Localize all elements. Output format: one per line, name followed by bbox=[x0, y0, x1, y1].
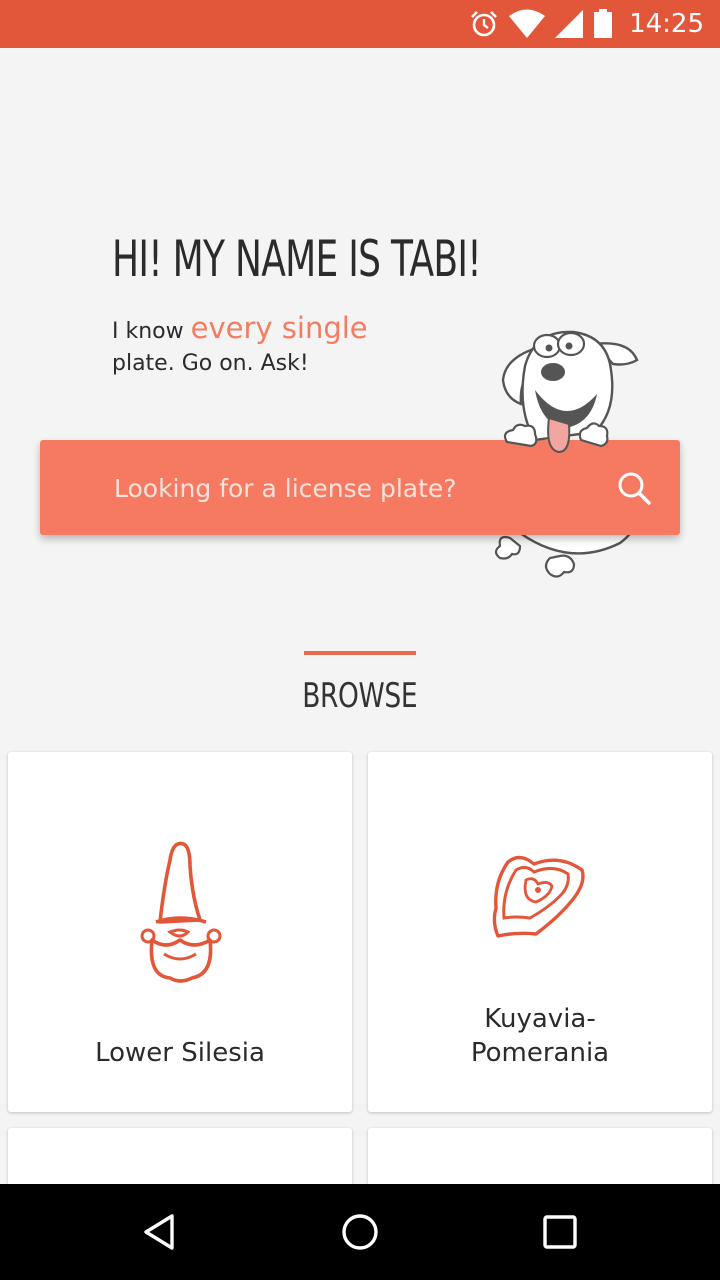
recents-icon[interactable] bbox=[536, 1208, 584, 1256]
battery-icon bbox=[593, 9, 613, 39]
tagline-prefix: I know bbox=[112, 319, 191, 344]
home-icon[interactable] bbox=[336, 1208, 384, 1256]
browse-heading: BROWSE bbox=[0, 676, 720, 716]
card-lower-silesia[interactable]: Lower Silesia bbox=[8, 752, 352, 1112]
status-icons: 14:25 bbox=[469, 0, 704, 48]
search-input[interactable] bbox=[112, 440, 596, 537]
tagline-suffix: plate. Go on. Ask! bbox=[112, 351, 309, 376]
tagline-accent: every single bbox=[190, 311, 368, 345]
back-icon[interactable] bbox=[136, 1208, 184, 1256]
tagline: I know every single plate. Go on. Ask! bbox=[112, 312, 432, 380]
status-bar: 14:25 bbox=[0, 0, 720, 48]
hero-title: HI! MY NAME IS TABI! bbox=[112, 230, 482, 288]
gnome-icon bbox=[140, 841, 222, 983]
search-icon[interactable] bbox=[616, 470, 652, 506]
browse-divider bbox=[304, 651, 416, 655]
card-kuyavia-pomerania[interactable]: Kuyavia- Pomerania bbox=[368, 752, 712, 1112]
alarm-icon bbox=[469, 9, 499, 39]
status-time: 14:25 bbox=[629, 9, 704, 39]
wifi-icon bbox=[509, 9, 546, 39]
signal-icon bbox=[555, 9, 584, 39]
browse-heading-text: BROWSE bbox=[302, 676, 418, 716]
heart-gingerbread-icon bbox=[492, 855, 585, 938]
card-title: Kuyavia- Pomerania bbox=[470, 1004, 610, 1068]
search-bar[interactable] bbox=[40, 440, 680, 537]
navigation-bar bbox=[0, 1184, 720, 1280]
card-title: Lower Silesia bbox=[95, 1038, 265, 1068]
